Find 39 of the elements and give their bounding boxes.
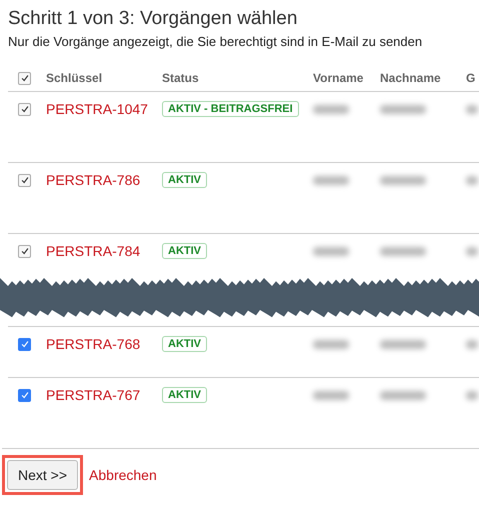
blurred-text [466,246,478,256]
next-button[interactable]: Next >> [7,460,78,490]
checkmark-icon [20,339,30,349]
checkmark-icon [20,246,30,256]
status-lozenge: AKTIV [162,336,207,352]
blurred-text [313,340,349,348]
blurred-text [466,104,478,114]
issue-key-link[interactable]: PERSTRA-767 [46,387,140,403]
checkbox[interactable] [18,338,31,350]
column-header: Vorname [313,71,364,85]
blurred-text [466,340,478,348]
status-lozenge: AKTIV - BEITRAGSFREI [162,101,299,117]
blurred-text [380,104,426,114]
checkbox[interactable] [18,388,31,402]
status-lozenge: AKTIV [162,387,207,403]
blurred-text [466,176,478,184]
checkmark-icon [20,73,30,83]
status-lozenge: AKTIV [162,243,207,259]
blurred-text [313,104,349,114]
column-header: Schlüssel [46,71,102,85]
blurred-text [380,340,426,348]
page-subtitle: Nur die Vorgänge angezeigt, die Sie berechtigt sind in E-Mail zu senden [8,34,424,49]
blurred-text [380,176,426,184]
cancel-link[interactable]: Abbrechen [89,467,157,483]
page-title: Schritt 1 von 3: Vorgängen wählen [8,8,298,30]
checkmark-icon [20,390,30,400]
issue-key-link[interactable]: PERSTRA-768 [46,336,140,352]
blurred-text [313,176,349,184]
status-lozenge: AKTIV [162,172,207,188]
blurred-text [313,246,349,256]
blurred-text [380,246,426,256]
checkmark-icon [20,104,30,114]
blurred-text [466,390,478,400]
column-header: Nachname [380,71,441,85]
column-header: Status [162,71,199,85]
checkmark-icon [20,175,30,185]
blurred-text [380,390,426,400]
blurred-text [313,390,349,400]
column-header: G [466,71,476,85]
